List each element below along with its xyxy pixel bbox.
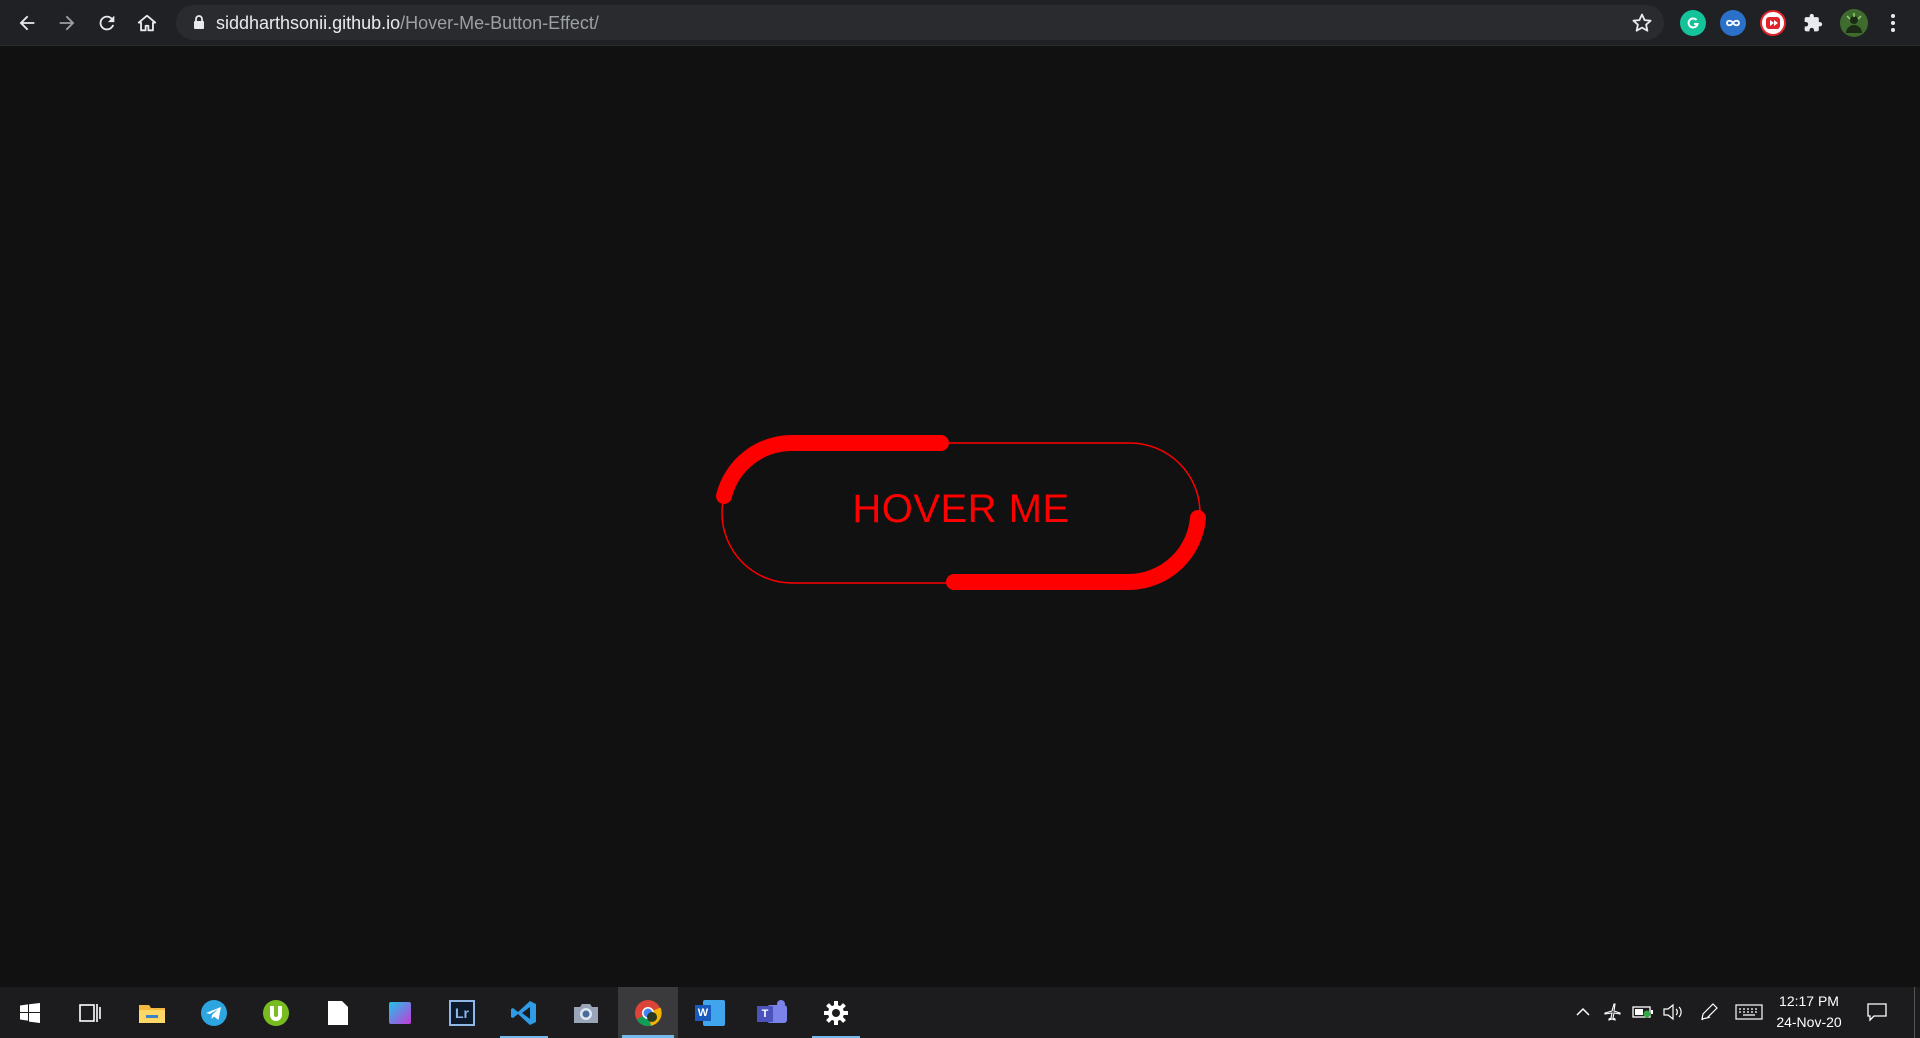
address-bar[interactable]: siddharthsonii.github.io/Hover-Me-Button… <box>176 5 1664 40</box>
bookmark-star-icon[interactable] <box>1630 11 1654 35</box>
word-icon: W <box>695 999 725 1026</box>
notepad-icon <box>328 1000 348 1025</box>
settings-button[interactable] <box>808 987 864 1038</box>
telegram-icon <box>201 999 227 1026</box>
start-icon <box>20 1002 40 1023</box>
task-view-icon <box>79 1003 101 1022</box>
teams-label: T <box>761 1007 769 1020</box>
start-button[interactable] <box>2 987 58 1038</box>
video-speed-icon[interactable] <box>1760 10 1786 36</box>
taskbar-clock[interactable]: 12:17 PM 24-Nov-20 <box>1766 991 1852 1035</box>
hover-me-button[interactable]: HOVER ME <box>714 430 1208 594</box>
utorrent-icon <box>263 999 289 1026</box>
back-button[interactable] <box>12 8 42 38</box>
touch-keyboard-icon[interactable] <box>1734 1001 1764 1023</box>
home-button[interactable] <box>132 8 162 38</box>
lightroom-label: Lr <box>455 1004 469 1021</box>
pen-workspace-icon[interactable] <box>1698 1001 1720 1023</box>
task-view-button[interactable] <box>62 987 118 1038</box>
vscode-button[interactable] <box>496 987 552 1038</box>
reload-button[interactable] <box>92 8 122 38</box>
url-text: siddharthsonii.github.io/Hover-Me-Button… <box>216 13 599 33</box>
clock-time: 12:17 PM <box>1779 993 1839 1009</box>
url-domain: siddharthsonii.github.io <box>216 13 401 33</box>
arrow-right-icon <box>59 15 75 31</box>
kebab-menu-icon[interactable] <box>1880 10 1906 36</box>
telegram-button[interactable] <box>186 987 242 1038</box>
vscode-icon <box>511 1000 536 1025</box>
lock-icon <box>194 15 204 29</box>
airplane-icon[interactable] <box>1602 1001 1624 1023</box>
page-content: HOVER ME <box>0 47 1920 987</box>
battery-icon[interactable] <box>1632 1001 1654 1023</box>
url-path: /Hover-Me-Button-Effect/ <box>400 13 599 33</box>
profile-avatar[interactable] <box>1840 9 1868 37</box>
word-button[interactable]: W <box>682 987 738 1038</box>
windows-taskbar: Lr W T 12:17 PM 24-Nov-20 <box>0 987 1920 1038</box>
arrow-left-icon <box>19 15 35 31</box>
file-explorer-icon <box>139 1004 165 1023</box>
forward-button[interactable] <box>52 8 82 38</box>
word-label: W <box>697 1006 709 1019</box>
volume-icon[interactable] <box>1662 1001 1684 1023</box>
notepad-button[interactable] <box>310 987 366 1038</box>
photo-editor-button[interactable] <box>372 987 428 1038</box>
chrome-icon <box>635 999 662 1026</box>
teams-icon: T <box>757 999 787 1026</box>
grammarly-icon[interactable] <box>1680 10 1706 36</box>
button-label: HOVER ME <box>852 486 1070 531</box>
photo-editor-icon <box>389 1001 411 1024</box>
settings-icon <box>824 1000 848 1025</box>
chrome-button[interactable] <box>618 987 678 1038</box>
camera-icon <box>574 1003 598 1023</box>
chevron-up-icon[interactable] <box>1572 1001 1594 1023</box>
browser-toolbar: siddharthsonii.github.io/Hover-Me-Button… <box>0 0 1920 46</box>
teams-button[interactable]: T <box>744 987 800 1038</box>
reload-icon <box>99 15 115 31</box>
home-icon <box>137 14 157 32</box>
camera-button[interactable] <box>558 987 614 1038</box>
show-desktop-button[interactable] <box>1914 987 1920 1038</box>
utorrent-button[interactable] <box>248 987 304 1038</box>
lightroom-icon: Lr <box>449 999 475 1026</box>
infinity-icon[interactable] <box>1720 10 1746 36</box>
lightroom-button[interactable]: Lr <box>434 987 490 1038</box>
notification-center-icon[interactable] <box>1866 1001 1888 1023</box>
extensions-puzzle-icon[interactable] <box>1800 10 1826 36</box>
clock-date: 24-Nov-20 <box>1776 1014 1842 1030</box>
file-explorer-button[interactable] <box>124 987 180 1038</box>
